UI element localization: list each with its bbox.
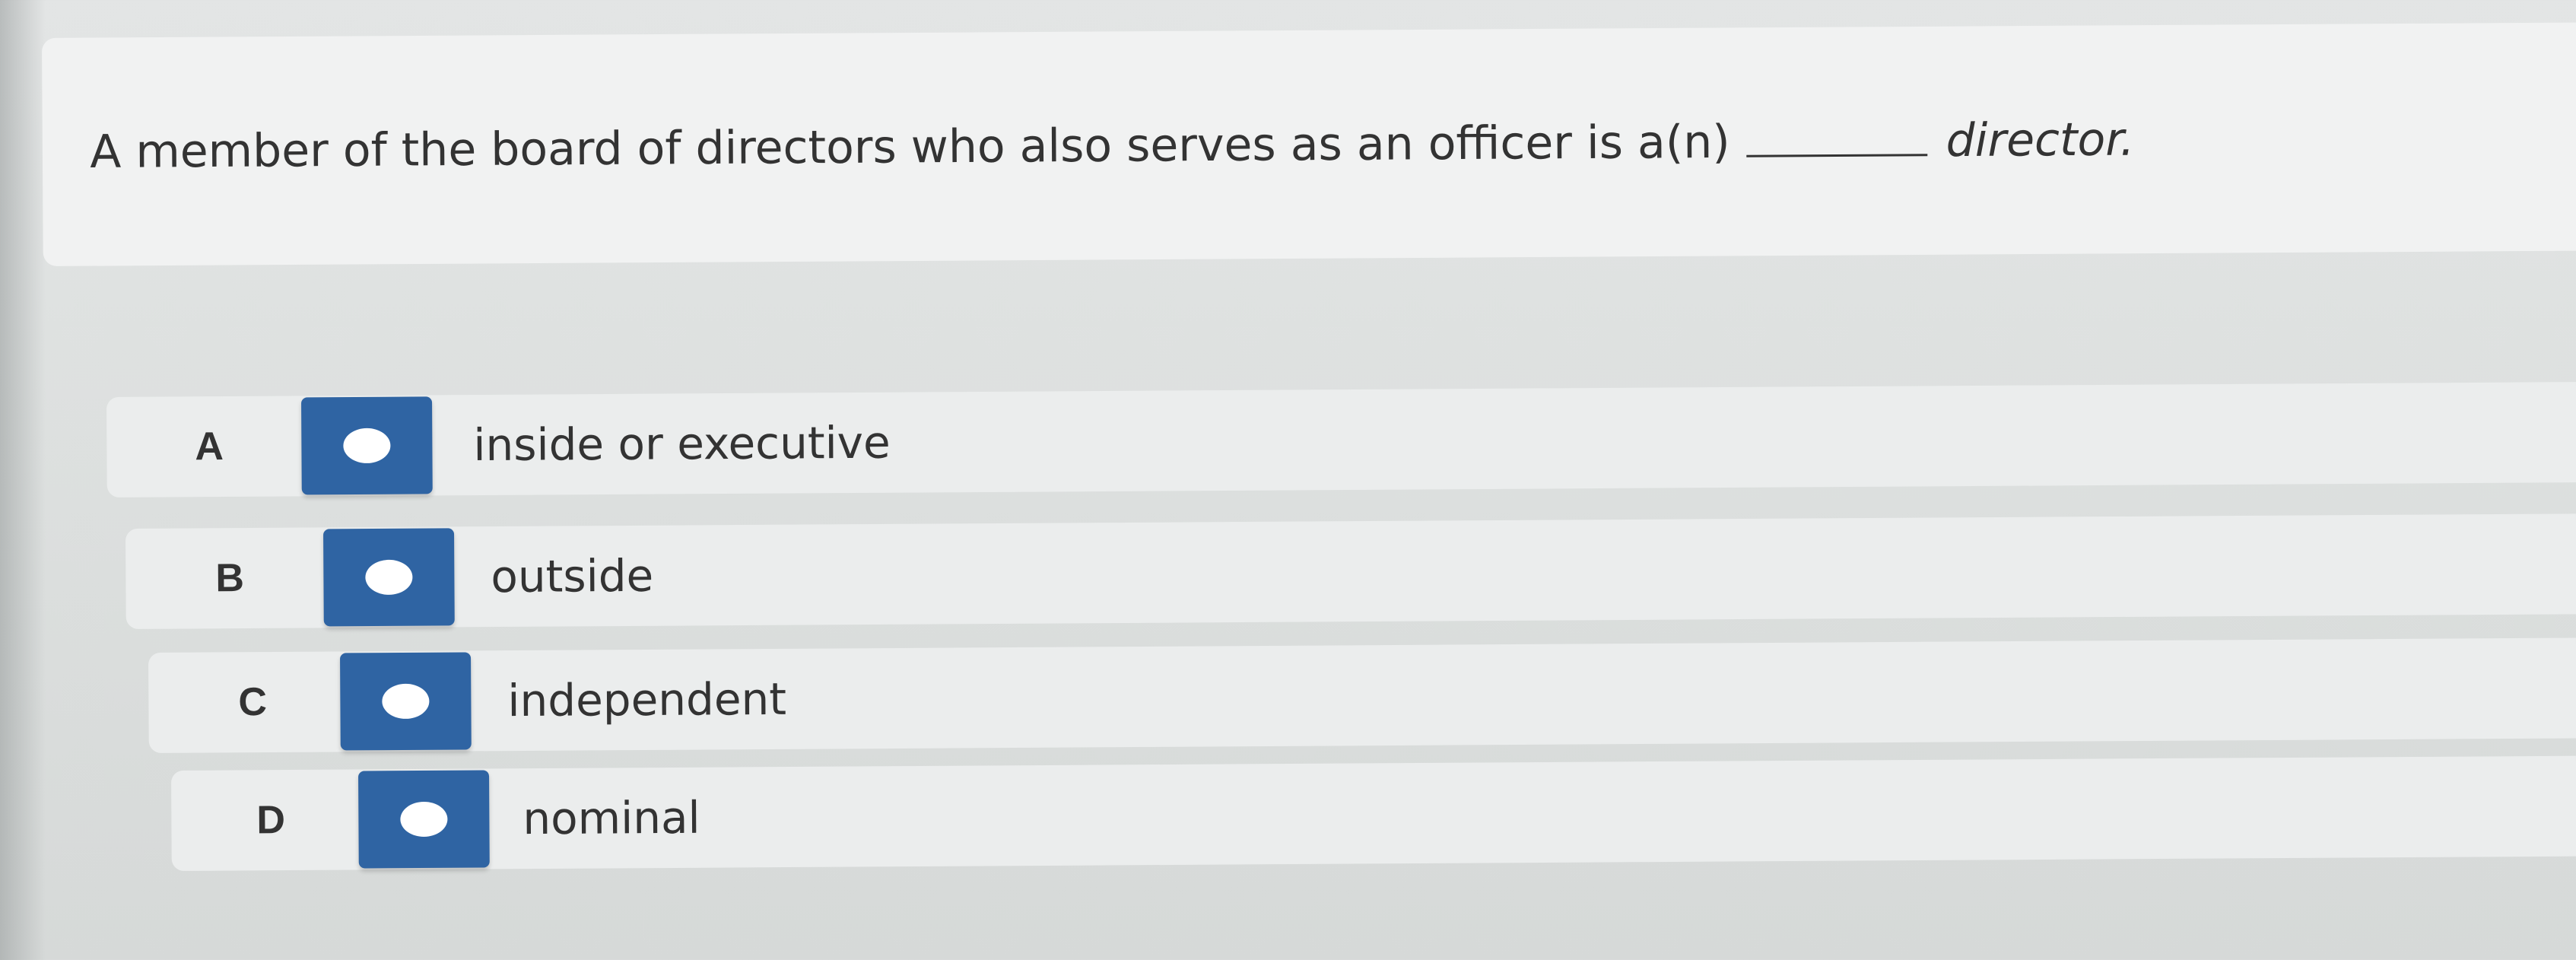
option-letter: A [195, 424, 224, 469]
option-label: nominal [523, 791, 700, 845]
radio-button-icon [400, 801, 448, 838]
option-row-c[interactable]: C independent [148, 637, 2576, 753]
question-text-before: A member of the board of directors who a… [90, 115, 1730, 179]
option-label: outside [491, 549, 654, 603]
option-label: inside or executive [473, 416, 891, 472]
radio-button[interactable] [301, 396, 433, 495]
radio-button-icon [343, 428, 391, 464]
option-letter: C [238, 680, 268, 725]
radio-button-icon [365, 559, 413, 596]
option-row-d[interactable]: D nominal [171, 755, 2576, 871]
radio-button[interactable] [340, 652, 472, 751]
radio-button[interactable] [323, 528, 455, 627]
answer-blank [1746, 154, 1928, 157]
radio-button-icon [382, 683, 430, 720]
option-row-b[interactable]: B outside [125, 513, 2576, 629]
option-letter: D [256, 798, 286, 843]
option-row-a[interactable]: A inside or executive [106, 382, 2576, 497]
question-text-after: director. [1945, 113, 2135, 168]
option-label: independent [507, 672, 787, 727]
screen-edge-shadow [0, 0, 46, 960]
radio-button[interactable] [358, 770, 490, 869]
option-letter: B [215, 556, 245, 601]
